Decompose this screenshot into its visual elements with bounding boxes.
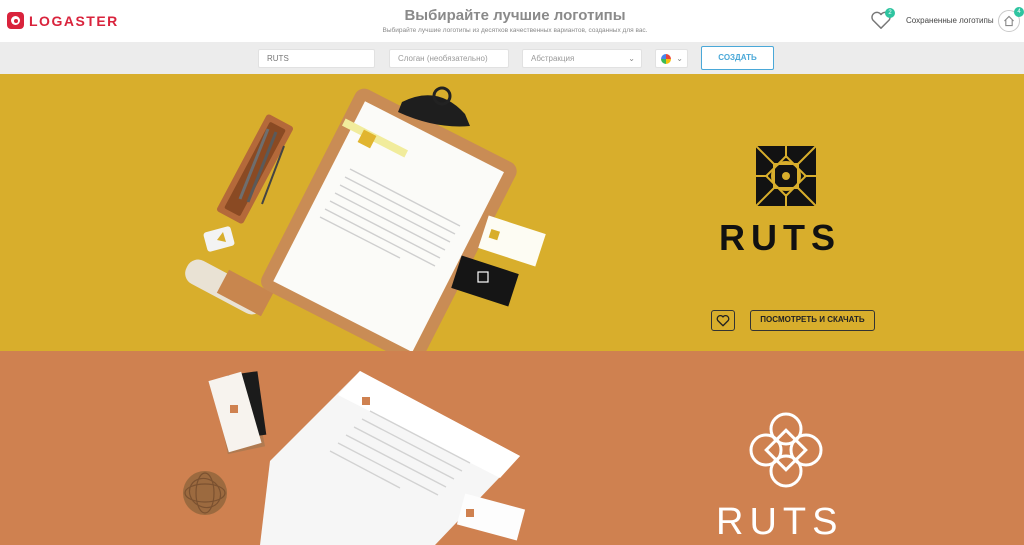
- site-logo[interactable]: LOGASTER: [7, 12, 119, 29]
- create-button[interactable]: СОЗДАТЬ: [701, 46, 774, 70]
- logo-preview-panel: RUTS ПОСМОТРЕТЬ И СКАЧАТЬ: [0, 74, 1024, 351]
- stationery-mockup-image: [183, 371, 526, 545]
- view-and-download-button[interactable]: ПОСМОТРЕТЬ И СКАЧАТЬ: [750, 310, 875, 331]
- logo-text: LOGASTER: [29, 12, 119, 29]
- stationery-mockup-image: [185, 86, 546, 351]
- color-select[interactable]: ⌄: [655, 49, 688, 68]
- page-header: Выбирайте лучшие логотипы Выбирайте лучш…: [300, 7, 730, 34]
- add-to-favorites-button[interactable]: [711, 310, 735, 331]
- logo-brand-name: RUTS: [719, 217, 841, 258]
- style-select[interactable]: Абстракция ⌄: [522, 49, 642, 68]
- search-bar: RUTS Слоган (необязательно) Абстракция ⌄…: [0, 42, 1024, 74]
- heart-icon: [716, 314, 730, 327]
- saved-logos-link[interactable]: Сохраненные логотипы: [906, 16, 994, 25]
- logo-brand-name: RUTS: [716, 501, 844, 543]
- logo-preview-panel: RUTS: [0, 351, 1024, 545]
- logo-preview[interactable]: [748, 411, 824, 494]
- page-title: Выбирайте лучшие логотипы: [404, 7, 626, 24]
- chevron-down-icon: ⌄: [676, 54, 683, 63]
- page-subtitle: Выбирайте лучшие логотипы из десятков ка…: [382, 27, 648, 34]
- ornament-logo-icon: [755, 145, 817, 207]
- header: LOGASTER Выбирайте лучшие логотипы Выбир…: [0, 0, 1024, 42]
- slogan-input[interactable]: Слоган (необязательно): [389, 49, 509, 68]
- logo-preview[interactable]: [754, 144, 818, 213]
- favorites-count-badge: 2: [885, 8, 895, 18]
- saved-logos-button[interactable]: 4: [998, 7, 1024, 32]
- company-name-input[interactable]: RUTS: [258, 49, 375, 68]
- saved-count-badge: 4: [1014, 7, 1024, 17]
- chevron-down-icon: ⌄: [628, 54, 635, 63]
- logo-mark-icon: [7, 12, 24, 29]
- color-palette-icon: [661, 54, 671, 64]
- knot-logo-icon: [749, 412, 823, 488]
- style-select-value: Абстракция: [531, 54, 575, 63]
- favorites-button[interactable]: 2: [870, 8, 895, 32]
